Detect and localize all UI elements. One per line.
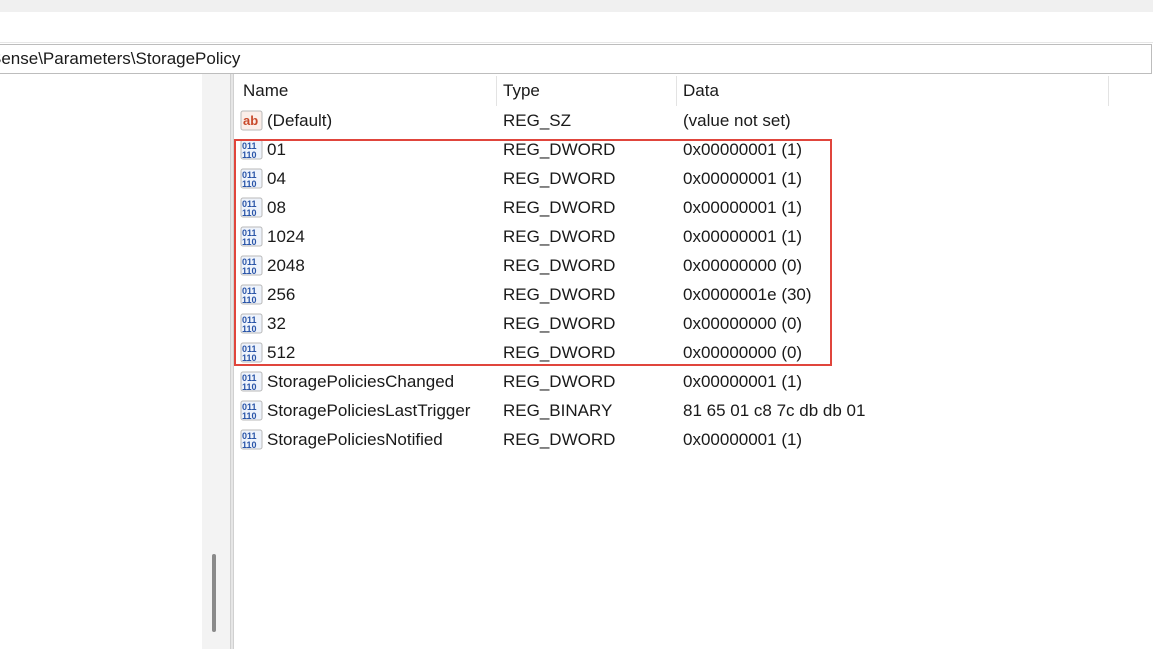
value-row[interactable]: 011 110 StoragePoliciesLastTrigger REG_BINA… <box>234 397 1153 426</box>
svg-text:110: 110 <box>242 382 257 392</box>
binary-value-icon: 011 110 <box>240 400 264 422</box>
value-data: 0x00000001 (1) <box>683 140 803 159</box>
svg-text:110: 110 <box>242 353 257 363</box>
value-type: REG_DWORD <box>503 198 616 217</box>
binary-value-icon: 011 110 <box>240 313 264 335</box>
address-path[interactable]: Sense\Parameters\StoragePolicy <box>0 49 240 69</box>
value-name[interactable]: 2048 <box>267 256 305 276</box>
value-type: REG_DWORD <box>503 430 616 449</box>
value-data: 0x00000000 (0) <box>683 343 803 362</box>
value-data: 0x00000001 (1) <box>683 198 803 217</box>
value-data: 0x00000001 (1) <box>683 372 803 391</box>
value-name[interactable]: 08 <box>267 198 286 218</box>
binary-value-icon: 011 110 <box>240 342 264 364</box>
value-row[interactable]: 011 110 2048 REG_DWORD 0x00000000 (0) <box>234 252 1153 281</box>
value-row[interactable]: ab (Default) REG_SZ (value not set) <box>234 107 1153 136</box>
value-type: REG_DWORD <box>503 372 616 391</box>
value-name[interactable]: StoragePoliciesNotified <box>267 430 443 450</box>
svg-text:110: 110 <box>242 324 257 334</box>
value-row[interactable]: 011 110 StoragePoliciesChanged REG_DWORD 0x0… <box>234 368 1153 397</box>
value-data: (value not set) <box>683 111 791 130</box>
value-data: 0x0000001e (30) <box>683 285 812 304</box>
svg-text:110: 110 <box>242 411 257 421</box>
svg-text:110: 110 <box>242 440 257 450</box>
value-name[interactable]: 01 <box>267 140 286 160</box>
svg-text:110: 110 <box>242 179 257 189</box>
value-type: REG_DWORD <box>503 285 616 304</box>
value-row[interactable]: 011 110 512 REG_DWORD 0x00000000 (0) <box>234 339 1153 368</box>
value-data: 0x00000001 (1) <box>683 430 803 449</box>
binary-value-icon: 011 110 <box>240 226 264 248</box>
value-data: 0x00000000 (0) <box>683 256 803 275</box>
value-name[interactable]: 512 <box>267 343 295 363</box>
value-type: REG_DWORD <box>503 227 616 246</box>
value-row[interactable]: 011 110 32 REG_DWORD 0x00000000 (0) <box>234 310 1153 339</box>
value-type: REG_DWORD <box>503 256 616 275</box>
binary-value-icon: 011 110 <box>240 197 264 219</box>
value-data: 81 65 01 c8 7c db db 01 <box>683 401 866 420</box>
value-row[interactable]: 011 110 1024 REG_DWORD 0x00000001 (1) <box>234 223 1153 252</box>
column-name-header[interactable]: Name <box>243 81 288 101</box>
column-data-header[interactable]: Data <box>683 81 719 101</box>
values-list-pane[interactable]: Name Type Data ab (Default) REG_SZ (value n… <box>234 74 1153 649</box>
binary-value-icon: 011 110 <box>240 139 264 161</box>
svg-text:ab: ab <box>243 113 258 128</box>
registry-tree-pane[interactable] <box>0 74 202 649</box>
svg-text:110: 110 <box>242 237 257 247</box>
binary-value-icon: 011 110 <box>240 429 264 451</box>
value-row[interactable]: 011 110 01 REG_DWORD 0x00000001 (1) <box>234 136 1153 165</box>
value-type: REG_DWORD <box>503 140 616 159</box>
value-type: REG_BINARY <box>503 401 613 420</box>
value-row[interactable]: 011 110 04 REG_DWORD 0x00000001 (1) <box>234 165 1153 194</box>
column-divider[interactable] <box>676 76 677 106</box>
value-row[interactable]: 011 110 StoragePoliciesNotified REG_DWORD 0x… <box>234 426 1153 455</box>
window-top-strip <box>0 0 1153 12</box>
value-type: REG_SZ <box>503 111 572 130</box>
binary-value-icon: 011 110 <box>240 284 264 306</box>
value-type: REG_DWORD <box>503 343 616 362</box>
value-type: REG_DWORD <box>503 314 616 333</box>
value-name[interactable]: 04 <box>267 169 286 189</box>
svg-text:110: 110 <box>242 266 257 276</box>
column-header: Name Type Data <box>234 74 1153 108</box>
column-divider[interactable] <box>496 76 497 106</box>
value-type: REG_DWORD <box>503 169 616 188</box>
svg-text:110: 110 <box>242 150 257 160</box>
svg-text:110: 110 <box>242 295 257 305</box>
value-name[interactable]: (Default) <box>267 111 332 131</box>
value-data: 0x00000001 (1) <box>683 227 803 246</box>
binary-value-icon: 011 110 <box>240 371 264 393</box>
value-data: 0x00000000 (0) <box>683 314 803 333</box>
value-row[interactable]: 011 110 08 REG_DWORD 0x00000001 (1) <box>234 194 1153 223</box>
column-type-header[interactable]: Type <box>503 81 540 101</box>
value-name[interactable]: 32 <box>267 314 286 334</box>
menu-bar-area <box>0 12 1153 43</box>
address-bar[interactable]: Sense\Parameters\StoragePolicy <box>0 44 1152 74</box>
value-row[interactable]: 011 110 256 REG_DWORD 0x0000001e (30) <box>234 281 1153 310</box>
column-divider[interactable] <box>1108 76 1109 106</box>
binary-value-icon: 011 110 <box>240 255 264 277</box>
value-data: 0x00000001 (1) <box>683 169 803 188</box>
value-name[interactable]: StoragePoliciesLastTrigger <box>267 401 470 421</box>
string-value-icon: ab <box>240 110 264 132</box>
binary-value-icon: 011 110 <box>240 168 264 190</box>
svg-text:110: 110 <box>242 208 257 218</box>
value-name[interactable]: 256 <box>267 285 295 305</box>
value-name[interactable]: StoragePoliciesChanged <box>267 372 454 392</box>
value-name[interactable]: 1024 <box>267 227 305 247</box>
scrollbar-thumb[interactable] <box>212 554 216 632</box>
tree-vertical-scrollbar[interactable] <box>202 74 230 649</box>
